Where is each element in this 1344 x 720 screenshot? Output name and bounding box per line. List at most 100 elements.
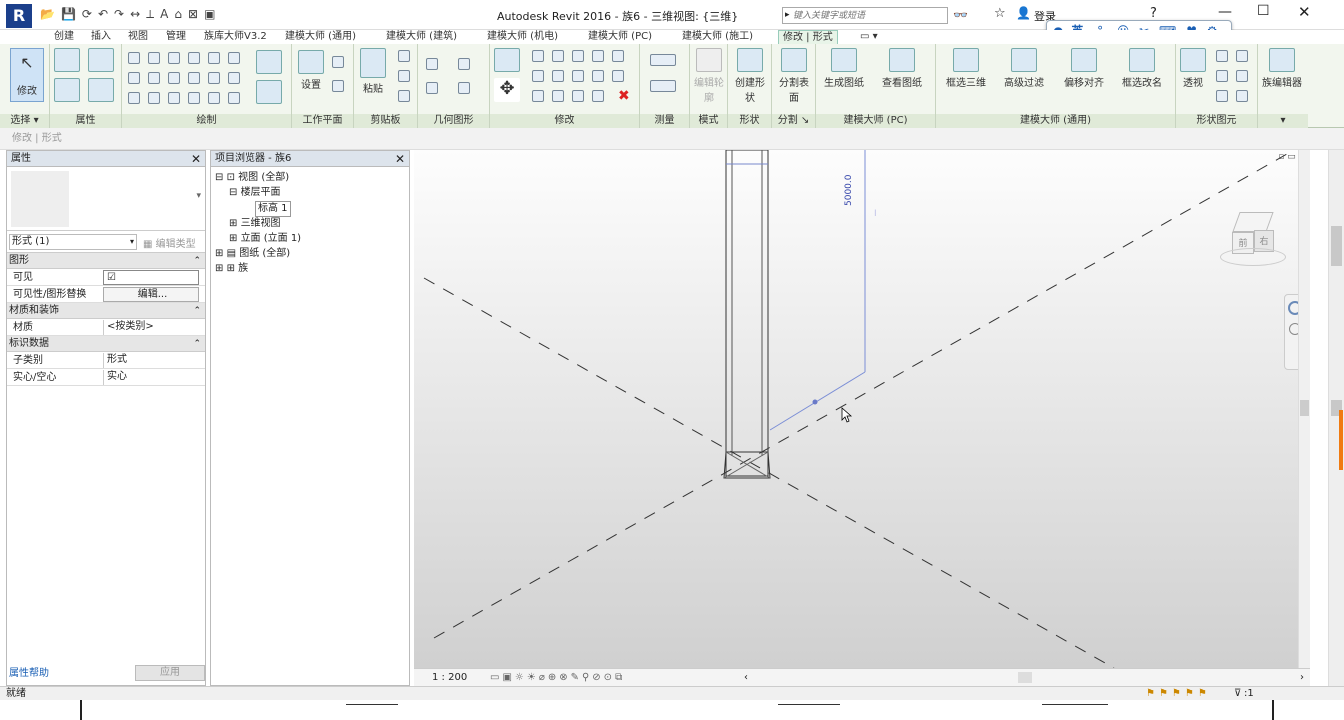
tab-manage[interactable]: 管理 <box>166 30 186 44</box>
user-icon[interactable]: 👤 <box>1016 6 1031 20</box>
rectangle-tool-icon[interactable] <box>148 52 160 64</box>
open-icon[interactable]: 📂 <box>40 7 55 21</box>
save-icon[interactable]: 💾 <box>61 7 76 21</box>
apply-button[interactable]: 应用 <box>135 665 205 681</box>
join-geometry-icon[interactable] <box>458 58 470 70</box>
tree-item-families[interactable]: ⊞ ⊞ 族 <box>215 262 248 276</box>
box-rename-button[interactable]: 框选改名 <box>1122 48 1162 89</box>
cube-top[interactable] <box>1232 212 1274 232</box>
tab-family-library[interactable]: 族库大师V3.2 <box>204 30 267 44</box>
undo-icon[interactable]: ↶ <box>98 7 108 21</box>
view-controls-icons[interactable]: ▭▣☼☀⌀⊕⊗✎⚲⊘⊙⧉ <box>490 669 625 687</box>
trim-icon[interactable] <box>572 70 584 82</box>
draw-option-1-icon[interactable] <box>128 92 140 104</box>
lock-profile-icon[interactable] <box>1236 70 1248 82</box>
section-materials[interactable]: 材质和装饰 ⌃ <box>7 303 205 319</box>
viewer-icon[interactable] <box>332 80 344 92</box>
properties-button[interactable] <box>54 48 80 74</box>
page-scrollbar[interactable] <box>1328 150 1344 686</box>
draw-option-5-icon[interactable] <box>208 92 220 104</box>
xray-button[interactable]: 透视 <box>1180 48 1206 89</box>
edit-profile-button[interactable]: 编辑轮廓 <box>694 48 724 104</box>
vertical-scrollbar[interactable] <box>1298 150 1310 668</box>
default-3d-icon[interactable]: ⌂ <box>174 7 182 21</box>
material-value[interactable]: <按类别> <box>103 320 199 335</box>
box-3d-button[interactable]: 框选三维 <box>946 48 986 89</box>
pin-icon[interactable] <box>612 50 624 62</box>
dimension-label[interactable]: 5000.0 <box>844 175 854 207</box>
3d-viewport[interactable]: I 5000.0 前 右 ▫ ▭ ✕ <box>414 150 1310 668</box>
dimension-icon[interactable]: ⟂ <box>146 7 154 22</box>
switch-windows-icon[interactable]: ▣ <box>204 7 215 21</box>
arc-tool-icon[interactable] <box>208 52 220 64</box>
section-graphics[interactable]: 图形 ⌃ <box>7 253 205 269</box>
tree-item-level-1[interactable]: 标高 1 <box>255 201 291 217</box>
unjoin-icon[interactable] <box>426 82 438 94</box>
array-icon[interactable] <box>592 70 604 82</box>
solid-void-value[interactable]: 实心 <box>103 370 199 385</box>
paste-button[interactable]: 粘贴 <box>360 48 386 95</box>
adv-filter-button[interactable]: 高级过滤 <box>1004 48 1044 89</box>
reference-plane-icon[interactable] <box>228 72 240 84</box>
visible-checkbox[interactable]: ☑ <box>103 270 199 285</box>
set-workplane-button[interactable]: 设置 <box>298 50 324 91</box>
spline-tool-icon[interactable] <box>128 72 140 84</box>
copy-mod-icon[interactable] <box>532 70 544 82</box>
star-icon[interactable]: ☆ <box>994 6 1006 21</box>
draw-option-3-icon[interactable] <box>168 92 180 104</box>
draw-on-face-button[interactable] <box>256 50 282 76</box>
edit-type-button[interactable]: ▦ 编辑类型 <box>143 235 196 250</box>
cube-compass-ring[interactable] <box>1220 248 1286 266</box>
tab-insert[interactable]: 插入 <box>91 30 111 44</box>
draw-on-workplane-button[interactable] <box>256 80 282 106</box>
props-small-button[interactable] <box>54 78 80 104</box>
add-profile-icon[interactable] <box>1236 50 1248 62</box>
pick-lines-icon[interactable] <box>148 72 160 84</box>
close-icon[interactable]: ✕ <box>191 151 201 167</box>
panel-label-select[interactable]: 选择 ▾ <box>0 114 49 128</box>
pick-faces-icon[interactable] <box>208 72 220 84</box>
filter-icon[interactable]: ⊽ <box>1234 687 1241 701</box>
tab-master-arch[interactable]: 建模大师 (建筑) <box>386 30 457 44</box>
instance-filter[interactable]: 形式 (1) ▾ <box>9 234 137 250</box>
family-types-button[interactable] <box>88 78 114 104</box>
divide-surface-button[interactable]: 分割表面 <box>778 48 810 104</box>
delete-icon[interactable]: ✖ <box>618 88 630 104</box>
draw-option-4-icon[interactable] <box>188 92 200 104</box>
mirror-draw-icon[interactable] <box>572 50 584 62</box>
help-icon[interactable]: ? <box>1150 6 1157 21</box>
tag-icon[interactable]: A <box>160 7 168 21</box>
view-cube[interactable]: 前 右 <box>1220 210 1286 266</box>
scroll-left-icon[interactable]: ‹ <box>744 669 748 687</box>
search-input[interactable] <box>793 9 943 22</box>
tree-item-floor-plans[interactable]: ⊟ 楼层平面 <box>229 186 281 200</box>
show-workplane-icon[interactable] <box>332 56 344 68</box>
revit-logo-icon[interactable]: R <box>6 4 32 28</box>
sync-icon[interactable]: ⟳ <box>82 7 92 21</box>
cut-icon[interactable] <box>398 50 410 62</box>
tab-modify-form[interactable]: 修改 | 形式 <box>778 30 838 44</box>
polygon-tool-icon[interactable] <box>168 52 180 64</box>
tree-item-elevations[interactable]: ⊞ 立面 (立面 1) <box>229 232 301 246</box>
maximize-button[interactable]: ☐ <box>1257 3 1270 19</box>
minimize-button[interactable]: — <box>1218 4 1232 20</box>
add-edge-icon[interactable] <box>1216 50 1228 62</box>
measure-icon[interactable]: ↔ <box>130 7 140 21</box>
ribbon-overflow-icon[interactable]: ▾ <box>1258 114 1308 128</box>
offset-icon[interactable] <box>532 50 544 62</box>
view-drawing-button[interactable]: 查看图纸 <box>882 48 922 89</box>
trim-multi-icon[interactable] <box>552 90 564 102</box>
ellipse-tool-icon[interactable] <box>228 52 240 64</box>
move-button[interactable]: ✥ <box>494 78 520 104</box>
split-face-icon[interactable] <box>458 82 470 94</box>
close-hidden-icon[interactable]: ⊠ <box>188 7 198 21</box>
dissolve-icon[interactable] <box>1216 70 1228 82</box>
close-icon[interactable]: ✕ <box>395 151 405 167</box>
split-gap-icon[interactable] <box>592 90 604 102</box>
tree-item-sheets[interactable]: ⊞ ▤ 图纸 (全部) <box>215 247 290 261</box>
measure-between-icon[interactable] <box>650 54 676 66</box>
search-box[interactable]: ▸ <box>782 7 948 24</box>
unlock-profile-icon[interactable] <box>1216 90 1228 102</box>
tab-master-mep[interactable]: 建模大师 (机电) <box>487 30 558 44</box>
type-dropdown-arrow[interactable]: ▾ <box>196 191 201 201</box>
